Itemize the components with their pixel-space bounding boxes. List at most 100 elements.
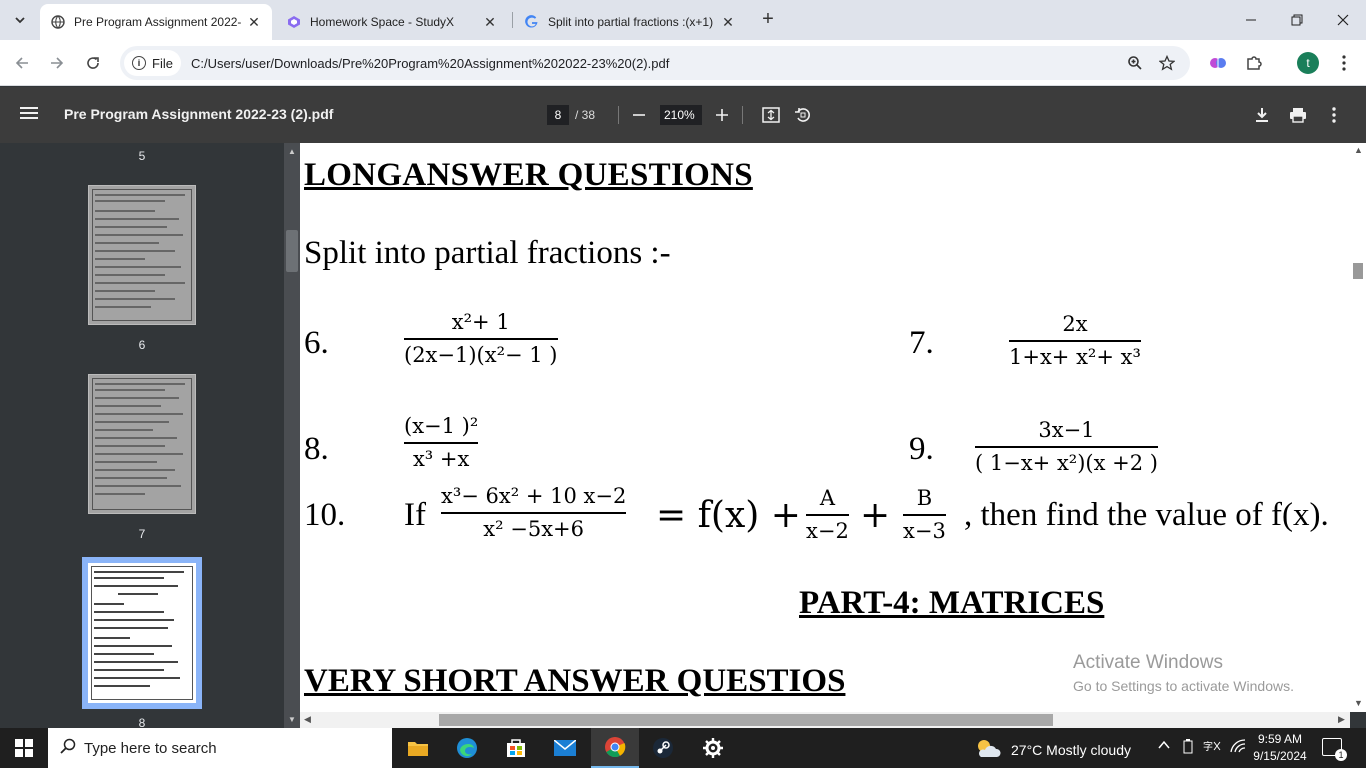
more-menu-icon[interactable] — [1333, 52, 1355, 74]
chrome-icon[interactable] — [591, 728, 639, 768]
reload-button[interactable] — [80, 50, 106, 76]
page-horizontal-scrollbar[interactable]: ◀ ▶ — [300, 712, 1350, 728]
chevron-up-icon[interactable] — [1157, 738, 1171, 755]
q10-plus: + — [860, 495, 891, 536]
wifi-icon[interactable] — [1229, 738, 1247, 757]
restore-button[interactable] — [1274, 0, 1320, 40]
address-bar[interactable]: i File C:/Users/user/Downloads/Pre%20Pro… — [120, 46, 1190, 80]
page-number-input[interactable]: 8 — [547, 105, 569, 125]
extensions-puzzle-icon[interactable] — [1243, 52, 1265, 74]
scroll-right-arrow[interactable]: ▶ — [1338, 714, 1345, 725]
tab-google[interactable]: Split into partial fractions :(x+1) ✕ — [514, 4, 746, 40]
store-icon[interactable] — [492, 728, 540, 768]
taskbar: Type here to search 27°C Mostly cloudy 字 — [0, 728, 1366, 768]
fraction-q8: (x−1 )² x³ +x — [404, 414, 479, 471]
vertical-scroll-thumb[interactable] — [1353, 263, 1363, 279]
url-text[interactable]: C:/Users/user/Downloads/Pre%20Program%20… — [191, 56, 669, 71]
zoom-icon[interactable] — [1126, 54, 1144, 72]
svg-text:字: 字 — [1203, 740, 1213, 753]
tab-search-chevron-icon[interactable] — [8, 8, 32, 32]
heading-long-answer: LONGANSWER QUESTIONS — [304, 157, 753, 193]
rotate-icon[interactable] — [791, 103, 815, 127]
tab-title: Pre Program Assignment 2022- — [74, 15, 242, 29]
tab-divider — [512, 12, 513, 28]
fraction-q6: x²+ 1 (2x−1)(x²− 1 ) — [404, 310, 558, 367]
profile-avatar[interactable]: t — [1297, 52, 1319, 74]
settings-gear-icon[interactable] — [689, 728, 737, 768]
menu-hamburger-icon[interactable] — [20, 104, 42, 126]
studyx-icon — [286, 14, 302, 30]
battery-icon[interactable] — [1181, 738, 1195, 757]
activate-windows-watermark: Activate Windows Go to Settings to activ… — [1073, 652, 1294, 694]
pdf-title: Pre Program Assignment 2022-23 (2).pdf — [64, 106, 334, 122]
info-icon: i — [132, 56, 146, 70]
weather-text: 27°C Mostly cloudy — [1011, 741, 1131, 758]
fraction-q9: 3x−1 ( 1−x+ x²)(x +2 ) — [975, 418, 1158, 475]
scroll-left-arrow[interactable]: ◀ — [304, 714, 311, 725]
tab-pdf[interactable]: Pre Program Assignment 2022- ✕ — [40, 4, 272, 40]
question-number: 9. — [909, 431, 934, 467]
heading-part-4: PART-4: MATRICES — [799, 585, 1105, 621]
taskbar-search[interactable]: Type here to search — [48, 728, 392, 768]
edge-icon[interactable] — [443, 728, 491, 768]
file-chip-label: File — [152, 55, 173, 71]
steam-icon[interactable] — [639, 728, 687, 768]
scroll-up-arrow[interactable]: ▲ — [284, 147, 300, 156]
forward-button[interactable] — [44, 50, 70, 76]
numerator: 2x — [1062, 312, 1088, 336]
q10-equals-f: = f(x) + — [656, 495, 801, 536]
page-vertical-scrollbar[interactable]: ▲ ▼ — [1350, 143, 1366, 712]
scroll-down-arrow[interactable]: ▼ — [284, 715, 300, 724]
google-icon — [524, 14, 540, 30]
weather-widget[interactable]: 27°C Mostly cloudy — [975, 738, 1131, 761]
zoom-in-button[interactable] — [710, 103, 734, 127]
bookmark-star-icon[interactable] — [1158, 54, 1176, 72]
close-tab-icon[interactable]: ✕ — [720, 14, 736, 31]
page-thumbnail[interactable] — [88, 374, 196, 514]
new-tab-button[interactable]: + — [756, 8, 780, 32]
pdf-toolbar: Pre Program Assignment 2022-23 (2).pdf 8… — [0, 87, 1366, 143]
sidebar-scrollbar[interactable]: ▲ ▼ — [284, 143, 300, 728]
clock-date: 9/15/2024 — [1253, 749, 1307, 763]
page-thumbnail-selected[interactable] — [82, 557, 202, 709]
tab-studyx[interactable]: Homework Space - StudyX ✕ — [276, 4, 508, 40]
tab-strip: Pre Program Assignment 2022- ✕ Homework … — [0, 0, 1366, 40]
denominator: 1+x+ x²+ x³ — [1009, 345, 1141, 370]
print-icon[interactable] — [1286, 103, 1310, 127]
scroll-up-arrow[interactable]: ▲ — [1354, 145, 1363, 155]
numerator: (x−1 )² — [404, 414, 479, 438]
system-clock[interactable]: 9:59 AM 9/15/2024 — [1252, 731, 1308, 765]
page-thumbnail[interactable] — [88, 185, 196, 325]
zoom-level-input[interactable]: 210% — [660, 105, 702, 125]
extension-brain-icon[interactable] — [1207, 52, 1229, 74]
file-explorer-icon[interactable] — [394, 728, 442, 768]
minimize-button[interactable] — [1228, 0, 1274, 40]
input-language-icon[interactable]: 字 — [1203, 738, 1221, 757]
fraction-a: A x−2 — [806, 486, 849, 544]
close-window-button[interactable] — [1320, 0, 1366, 40]
browser-toolbar: i File C:/Users/user/Downloads/Pre%20Pro… — [0, 40, 1366, 86]
windows-start-icon[interactable] — [0, 728, 48, 768]
site-info-chip[interactable]: i File — [124, 50, 181, 76]
back-button[interactable] — [9, 50, 35, 76]
question-number: 8. — [304, 431, 329, 467]
download-icon[interactable] — [1250, 103, 1274, 127]
fit-page-icon[interactable] — [759, 103, 783, 127]
globe-icon — [50, 14, 66, 30]
denominator: x−2 — [806, 519, 849, 544]
close-tab-icon[interactable]: ✕ — [482, 14, 498, 31]
sidebar-scroll-thumb[interactable] — [286, 230, 298, 272]
denominator: x−3 — [903, 519, 946, 544]
mail-icon[interactable] — [541, 728, 589, 768]
scroll-down-arrow[interactable]: ▼ — [1354, 698, 1363, 708]
close-tab-icon[interactable]: ✕ — [246, 14, 262, 31]
zoom-out-button[interactable] — [627, 103, 651, 127]
tab-title: Split into partial fractions :(x+1) — [548, 15, 714, 29]
notification-icon[interactable]: 1 — [1322, 738, 1347, 761]
fraction-q7: 2x 1+x+ x²+ x³ — [1009, 312, 1141, 370]
instruction-text: Split into partial fractions :- — [304, 235, 671, 271]
numerator: x²+ 1 — [451, 310, 510, 334]
horizontal-scroll-thumb[interactable] — [439, 714, 1053, 726]
pdf-more-icon[interactable] — [1322, 103, 1346, 127]
denominator: x² −5x+6 — [483, 517, 584, 542]
